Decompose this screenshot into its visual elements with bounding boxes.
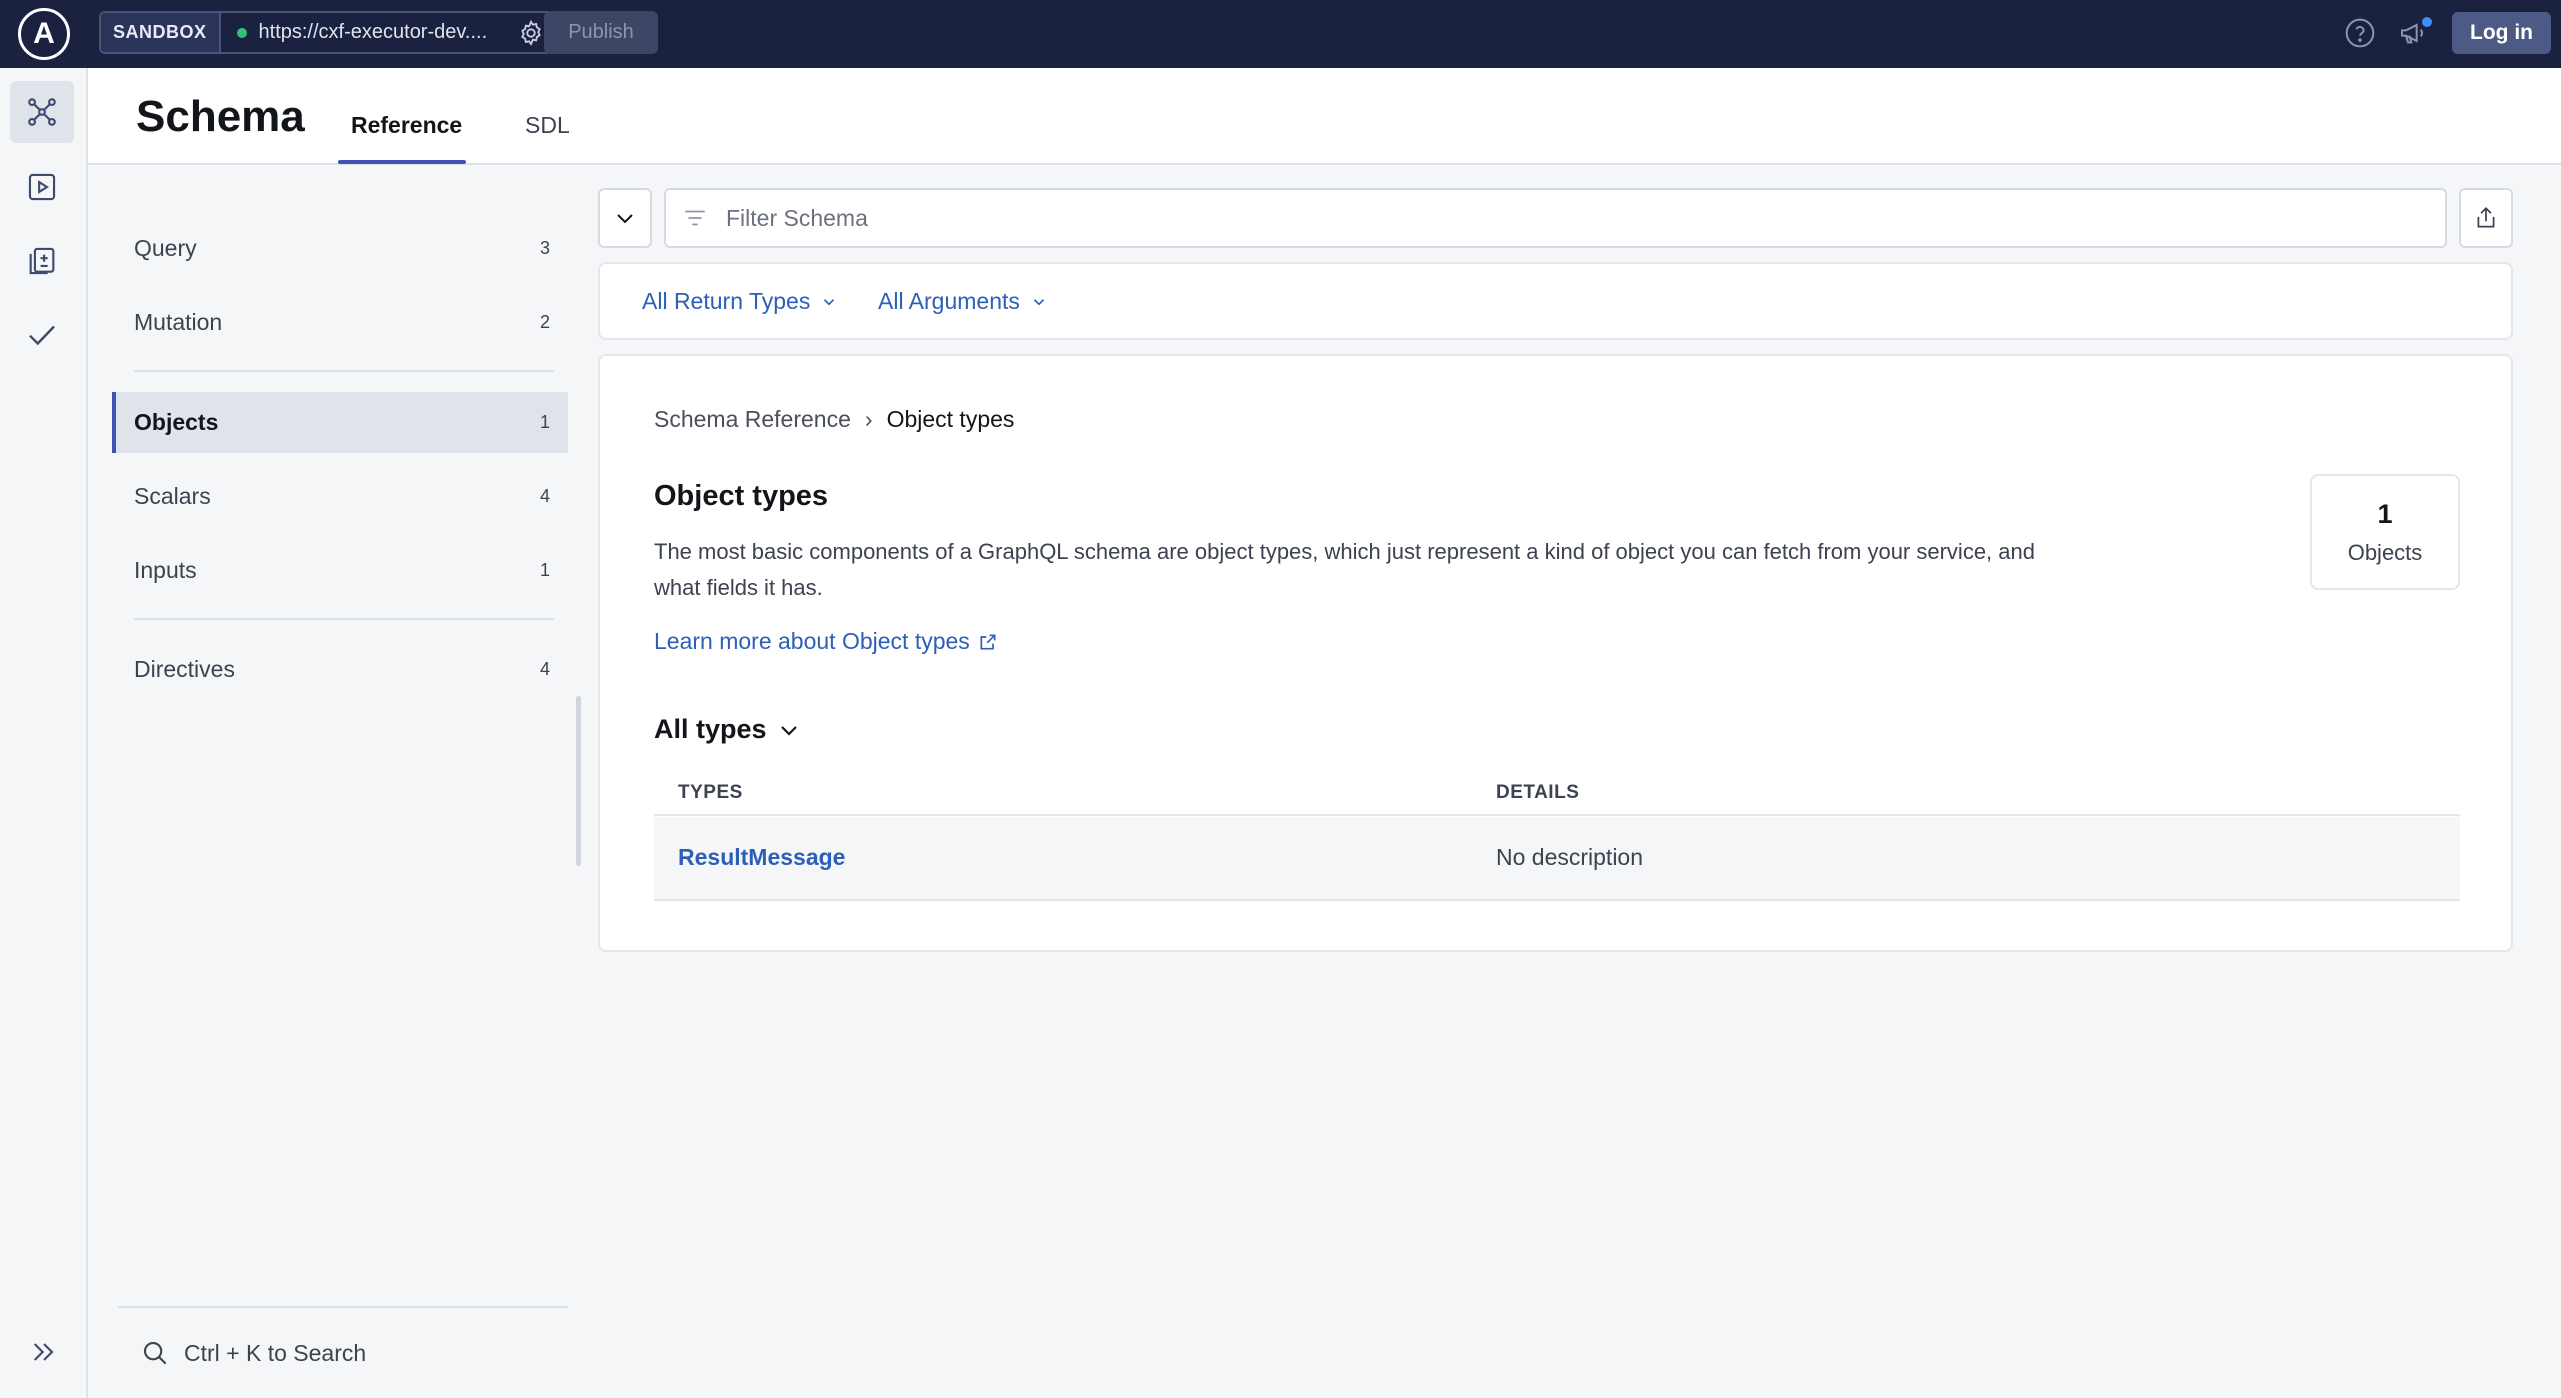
publish-button[interactable]: Publish [544, 11, 658, 54]
arguments-label: All Arguments [878, 288, 1020, 314]
sidebar-item-inputs[interactable]: Inputs 1 [112, 540, 568, 601]
sidebar-item-label: Directives [134, 656, 235, 682]
breadcrumb-separator-icon: › [864, 406, 873, 432]
apollo-logo-icon[interactable]: A [18, 8, 70, 60]
rail-checks-button[interactable] [10, 304, 74, 366]
sidebar-item-label: Query [134, 235, 197, 261]
learn-more-link[interactable]: Learn more about Object types [654, 628, 998, 655]
return-types-filter[interactable]: All Return Types [642, 288, 838, 315]
table-row: ResultMessage No description [654, 817, 2460, 901]
filter-icon [685, 210, 705, 226]
environment-selector: SANDBOX https://cxf-executor-dev.... [99, 11, 553, 54]
sidebar-item-objects[interactable]: Objects 1 [112, 392, 568, 453]
all-types-label: All types [654, 714, 767, 744]
chevron-down-icon [824, 298, 835, 305]
chevron-down-icon [1033, 298, 1044, 305]
section-title: Object types [654, 480, 829, 512]
help-icon[interactable] [2344, 17, 2376, 49]
nav-divider [134, 618, 554, 620]
connection-status-icon [236, 27, 247, 38]
objects-count-box: 1 Objects [2310, 474, 2460, 590]
document-diff-icon [29, 247, 55, 275]
section-description: The most basic components of a GraphQL s… [654, 539, 2035, 600]
rail-diff-button[interactable] [10, 230, 74, 292]
column-header-types: TYPES [678, 782, 743, 803]
sidebar-item-count: 1 [539, 412, 550, 432]
active-tab-indicator [338, 160, 466, 164]
sidebar-item-query[interactable]: Query 3 [112, 218, 568, 279]
tab-reference[interactable]: Reference [351, 112, 462, 139]
type-link-resultmessage[interactable]: ResultMessage [678, 844, 845, 871]
learn-more-label: Learn more about Object types [654, 628, 970, 654]
endpoint-url-text: https://cxf-executor-dev.... [258, 21, 488, 43]
chevrons-right-icon[interactable] [28, 1336, 60, 1368]
left-rail [0, 68, 88, 1398]
breadcrumb-root[interactable]: Schema Reference [654, 406, 851, 433]
share-button[interactable] [2459, 188, 2513, 248]
page-title: Schema [136, 92, 305, 141]
nav-divider [134, 370, 554, 372]
objects-count-value: 1 [2377, 498, 2393, 529]
login-button[interactable]: Log in [2452, 12, 2551, 54]
filter-options-bar: All Return Types All Arguments [598, 262, 2513, 340]
gear-icon[interactable] [517, 19, 545, 47]
sidebar-item-scalars[interactable]: Scalars 4 [112, 466, 568, 527]
expand-dropdown-button[interactable] [598, 188, 652, 248]
share-icon [2477, 207, 2495, 228]
notification-dot [2422, 17, 2433, 27]
sidebar-item-label: Inputs [134, 557, 197, 583]
rail-explorer-button[interactable] [10, 156, 74, 218]
chevron-down-icon [780, 725, 797, 736]
page-header: Schema Reference SDL [88, 68, 2561, 165]
sidebar-item-count: 2 [539, 312, 550, 332]
object-types-card: Schema Reference › Object types Object t… [598, 354, 2513, 952]
sidebar-item-count: 4 [539, 659, 550, 679]
all-types-toggle[interactable]: All types [654, 714, 801, 745]
nav-scrollbar[interactable] [576, 696, 581, 866]
types-table-header: TYPES DETAILS [654, 776, 2460, 816]
sidebar-item-count: 1 [539, 560, 550, 580]
search-icon [143, 1341, 167, 1365]
play-icon [28, 173, 56, 201]
sidebar-item-mutation[interactable]: Mutation 2 [112, 292, 568, 353]
top-bar: A SANDBOX https://cxf-executor-dev.... P… [0, 0, 2561, 68]
type-description: No description [1496, 844, 1644, 870]
sandbox-badge: SANDBOX [101, 13, 221, 52]
breadcrumb: Schema Reference › Object types [654, 406, 1014, 433]
arguments-filter[interactable]: All Arguments [878, 288, 1048, 315]
return-types-label: All Return Types [642, 288, 811, 314]
objects-count-label: Objects [2347, 539, 2423, 565]
sidebar-item-count: 3 [539, 238, 550, 258]
sidebar-item-label: Objects [134, 409, 219, 435]
sidebar-item-directives[interactable]: Directives 4 [112, 639, 568, 700]
checkmark-icon [29, 325, 55, 346]
announcements-button[interactable] [2398, 17, 2433, 49]
sidebar-item-label: Scalars [134, 483, 211, 509]
column-header-details: DETAILS [1496, 782, 1580, 803]
top-right-actions: Log in [2344, 10, 2551, 56]
rail-schema-button[interactable] [10, 81, 74, 143]
filter-schema-field[interactable] [664, 188, 2447, 248]
chevron-down-icon [617, 214, 633, 224]
endpoint-url-field[interactable]: https://cxf-executor-dev.... [221, 13, 551, 52]
quick-search-label: Ctrl + K to Search [184, 1339, 367, 1366]
sidebar-item-count: 4 [539, 486, 550, 506]
schema-graph-icon [28, 98, 56, 126]
quick-search-button[interactable]: Ctrl + K to Search [118, 1306, 568, 1398]
breadcrumb-current: Object types [886, 406, 1015, 432]
tab-sdl[interactable]: SDL [525, 112, 570, 139]
external-link-icon [980, 634, 996, 649]
filter-schema-input[interactable] [726, 204, 2445, 232]
sidebar-item-label: Mutation [134, 309, 223, 335]
